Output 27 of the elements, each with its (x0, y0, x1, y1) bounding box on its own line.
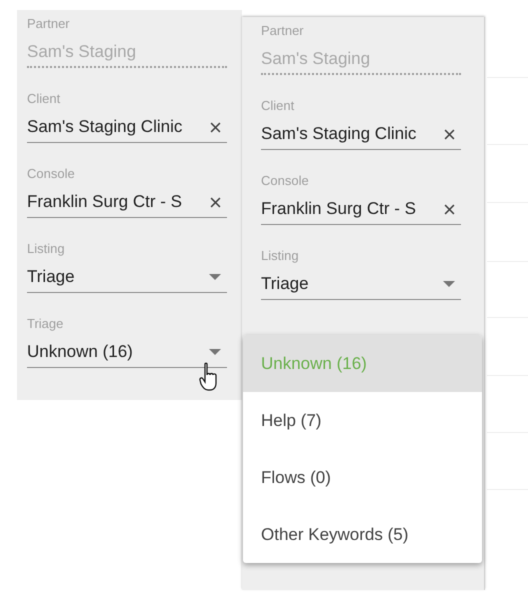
field-label: Listing (27, 241, 65, 257)
input-field[interactable]: Franklin Surg Ctr - S (261, 194, 461, 225)
menu-item[interactable]: Help (7) (243, 392, 482, 449)
input-field[interactable]: Franklin Surg Ctr - S (27, 187, 227, 218)
field-label: Console (27, 166, 75, 182)
field-label: Console (261, 173, 309, 189)
field-label: Client (27, 91, 60, 107)
menu-item[interactable]: Flows (0) (243, 449, 482, 506)
field-label: Partner (27, 16, 70, 32)
menu-item[interactable]: Other Keywords (5) (243, 506, 482, 563)
field-label: Listing (261, 248, 299, 264)
select-field[interactable]: Triage (261, 269, 461, 300)
field-label: Client (261, 98, 294, 114)
select-field[interactable]: Unknown (16) (27, 337, 227, 368)
select-field[interactable]: Triage (27, 262, 227, 293)
clear-icon[interactable] (444, 204, 455, 214)
hand-cursor-icon (199, 362, 219, 392)
clear-icon[interactable] (210, 196, 221, 208)
dropdown-arrow-icon (443, 281, 455, 287)
dropdown-arrow-icon (209, 349, 221, 355)
field-label: Partner (261, 23, 304, 39)
clear-icon[interactable] (210, 122, 221, 132)
field-label: Triage (27, 316, 64, 332)
clear-icon[interactable] (444, 128, 455, 140)
input-field[interactable]: Sam's Staging Clinic (27, 112, 227, 143)
dropdown-arrow-icon (209, 274, 221, 280)
input-field[interactable]: Sam's Staging Clinic (261, 119, 461, 150)
